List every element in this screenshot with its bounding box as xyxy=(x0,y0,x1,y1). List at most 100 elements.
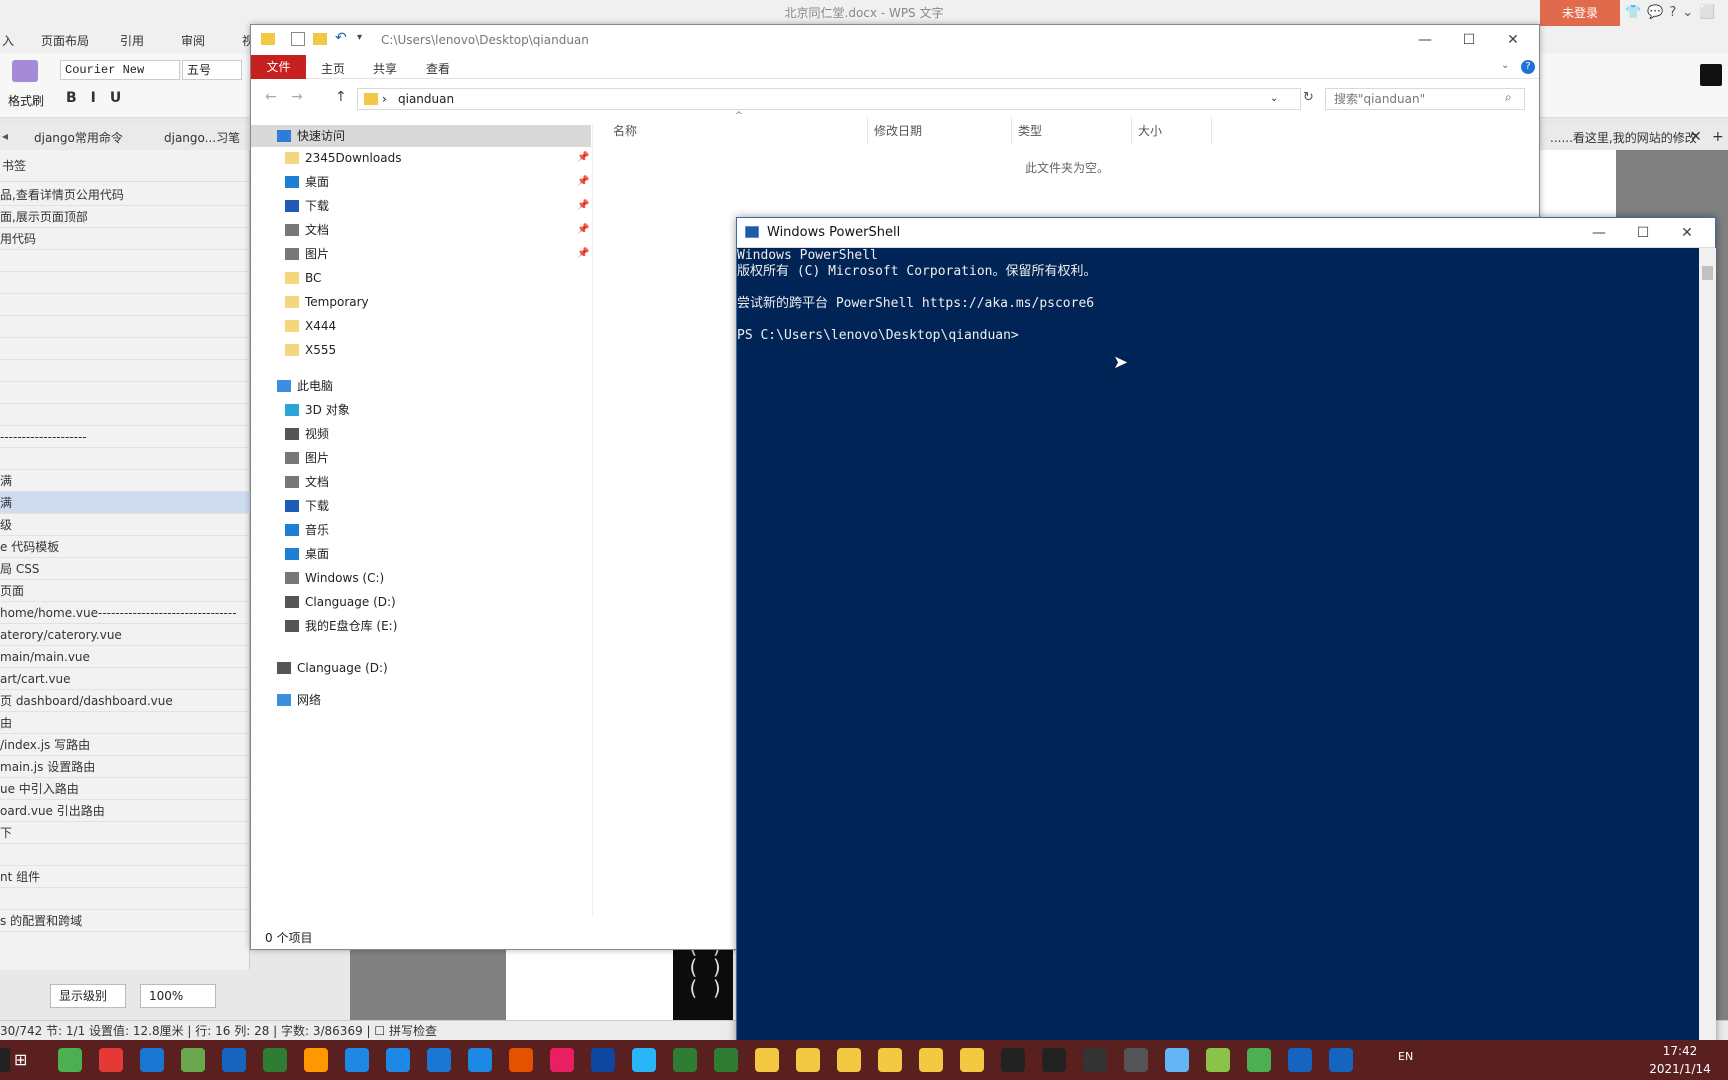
taskbar-app-icon[interactable] xyxy=(181,1048,205,1072)
column-date[interactable]: 修改日期 xyxy=(874,122,922,139)
expand-ribbon-icon[interactable]: ⌄ xyxy=(1501,60,1509,71)
taskbar-app-icon[interactable] xyxy=(673,1048,697,1072)
tree-item[interactable]: 视频 xyxy=(251,423,591,445)
bookmark-item[interactable]: oard.vue 引出路由 xyxy=(0,800,250,822)
language-indicator[interactable]: EN xyxy=(1398,1050,1413,1063)
new-folder-icon[interactable] xyxy=(313,33,327,45)
maximize-button[interactable]: ☐ xyxy=(1621,222,1665,244)
bookmark-item[interactable]: ue 中引入路由 xyxy=(0,778,250,800)
taskbar-app-icon[interactable] xyxy=(632,1048,656,1072)
tab-references[interactable]: 引用 xyxy=(120,32,144,49)
taskbar-app-icon[interactable] xyxy=(1247,1048,1271,1072)
column-name[interactable]: 名称 xyxy=(613,122,637,139)
taskbar-app-icon[interactable] xyxy=(796,1048,820,1072)
tree-item[interactable]: 图片 xyxy=(251,447,591,469)
address-bar[interactable]: › qianduan ⌄ xyxy=(357,88,1301,110)
tab-home[interactable]: 主页 xyxy=(321,60,345,77)
help-icon[interactable]: ? xyxy=(1521,60,1535,74)
bookmark-item[interactable]: home/home.vue---------------------------… xyxy=(0,602,250,624)
tree-item[interactable]: 文档 xyxy=(251,471,591,493)
tabs-scroll-left[interactable]: ◂ xyxy=(2,129,8,143)
close-button[interactable]: ✕ xyxy=(1491,29,1535,51)
format-brush-icon[interactable] xyxy=(12,60,38,82)
minimize-button[interactable]: — xyxy=(1403,29,1447,51)
maximize-button[interactable]: ☐ xyxy=(1447,29,1491,51)
bookmark-item[interactable]: 页面 xyxy=(0,580,250,602)
tab-review[interactable]: 审阅 xyxy=(181,32,205,49)
tree-item[interactable]: 下载 📌 xyxy=(251,195,591,217)
doc-tab-3[interactable]: ......看这里,我的网站的修改 xyxy=(1550,129,1697,146)
level-dropdown[interactable]: 显示级别 xyxy=(50,984,126,1008)
bookmark-item[interactable]: e 代码模板 xyxy=(0,536,250,558)
undo-icon[interactable]: ↶ xyxy=(335,30,347,46)
bookmark-item[interactable] xyxy=(0,448,250,470)
taskbar-app-icon[interactable] xyxy=(263,1048,287,1072)
close-button[interactable]: ✕ xyxy=(1665,222,1709,244)
tree-item[interactable]: 桌面 📌 xyxy=(251,171,591,193)
column-divider[interactable] xyxy=(1131,117,1132,145)
tree-item[interactable]: 文档 📌 xyxy=(251,219,591,241)
pin-icon[interactable]: 📌 xyxy=(577,219,589,241)
font-size-select[interactable]: 五号 xyxy=(182,60,242,80)
taskbar-app-icon[interactable] xyxy=(714,1048,738,1072)
taskbar-app-icon[interactable] xyxy=(919,1048,943,1072)
close-icon[interactable]: ✕ xyxy=(1690,129,1702,145)
taskbar-app-icon[interactable] xyxy=(1206,1048,1230,1072)
taskbar-app-icon[interactable] xyxy=(960,1048,984,1072)
taskbar-app-icon[interactable] xyxy=(509,1048,533,1072)
taskbar-app-icon[interactable] xyxy=(427,1048,451,1072)
tree-item[interactable]: 下载 xyxy=(251,495,591,517)
search-icon[interactable]: ⌕ xyxy=(1505,90,1512,105)
bookmark-item[interactable] xyxy=(0,382,250,404)
tree-item[interactable]: 2345Downloads 📌 xyxy=(251,147,591,169)
pin-icon[interactable]: 📌 xyxy=(577,195,589,217)
tab-view[interactable]: 查看 xyxy=(426,60,450,77)
task-view-icon[interactable]: ⊞ xyxy=(14,1050,27,1069)
clock[interactable]: 17:42 2021/1/14 xyxy=(1640,1042,1720,1078)
pin-icon[interactable]: 📌 xyxy=(577,243,589,265)
bookmark-item[interactable] xyxy=(0,294,250,316)
taskbar-app-icon[interactable] xyxy=(878,1048,902,1072)
tree-item[interactable]: 图片 📌 xyxy=(251,243,591,265)
bookmark-item[interactable]: 用代码 xyxy=(0,228,250,250)
bookmark-item[interactable]: /index.js 写路由 xyxy=(0,734,250,756)
bookmark-item[interactable]: art/cart.vue xyxy=(0,668,250,690)
taskbar-app-icon[interactable] xyxy=(58,1048,82,1072)
taskbar-app-icon[interactable] xyxy=(222,1048,246,1072)
tree-item[interactable]: Windows (C:) xyxy=(251,567,591,589)
taskbar-app-icon[interactable] xyxy=(591,1048,615,1072)
tree-quick-access[interactable]: 快速访问 xyxy=(251,125,591,147)
refresh-icon[interactable]: ↻ xyxy=(1303,90,1314,105)
search-input[interactable]: 搜索"qianduan" xyxy=(1325,88,1525,110)
bookmark-item[interactable] xyxy=(0,250,250,272)
tab-share[interactable]: 共享 xyxy=(373,60,397,77)
tree-item[interactable]: 我的E盘仓库 (E:) xyxy=(251,615,591,637)
tree-item[interactable]: BC xyxy=(251,267,591,289)
bookmark-item[interactable] xyxy=(0,360,250,382)
taskbar-app-icon[interactable] xyxy=(386,1048,410,1072)
bookmark-item[interactable]: aterory/caterory.vue xyxy=(0,624,250,646)
bookmark-item[interactable] xyxy=(0,272,250,294)
up-button[interactable]: ↑ xyxy=(335,89,347,105)
bookmark-item[interactable]: 局 CSS xyxy=(0,558,250,580)
bookmark-item[interactable]: 页 dashboard/dashboard.vue xyxy=(0,690,250,712)
bookmark-item[interactable]: -------------------- xyxy=(0,426,250,448)
taskbar-app-icon[interactable] xyxy=(140,1048,164,1072)
bookmark-item[interactable] xyxy=(0,844,250,866)
bookmark-item[interactable]: main/main.vue xyxy=(0,646,250,668)
bookmark-item[interactable] xyxy=(0,316,250,338)
tree-item[interactable]: X555 xyxy=(251,339,591,361)
bookmark-item[interactable]: 满 xyxy=(0,470,250,492)
tab-page-layout[interactable]: 页面布局 xyxy=(41,32,89,49)
start-button[interactable] xyxy=(0,1048,10,1072)
pin-icon[interactable]: 📌 xyxy=(577,171,589,193)
tree-item[interactable]: 桌面 xyxy=(251,543,591,565)
bookmark-item[interactable]: 品,查看详情页公用代码 xyxy=(0,184,250,206)
bookmark-item[interactable]: nt 组件 xyxy=(0,866,250,888)
column-divider[interactable] xyxy=(1011,117,1012,145)
back-button[interactable]: ← xyxy=(265,89,277,105)
taskbar-app-icon[interactable] xyxy=(1124,1048,1148,1072)
bookmark-item[interactable] xyxy=(0,338,250,360)
tab-file[interactable]: 文件 xyxy=(251,55,306,79)
minimize-button[interactable]: — xyxy=(1577,222,1621,244)
